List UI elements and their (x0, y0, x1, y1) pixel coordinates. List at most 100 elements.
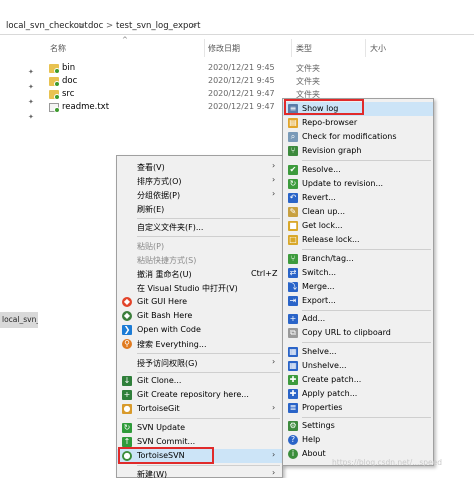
menu-item-sort[interactable]: 排序方式(O) › (117, 174, 282, 188)
file-type: 文件夹 (296, 77, 320, 86)
nav-item-local-svn-checkout[interactable]: local_svn_checkout (0, 312, 38, 328)
menu-item-group[interactable]: 分组依据(P) › (117, 188, 282, 202)
menu-item-label: 粘贴快捷方式(S) (137, 256, 197, 265)
menu-item-add[interactable]: + Add... (283, 312, 433, 326)
menu-item-clean-up[interactable]: ✎ Clean up... (283, 205, 433, 219)
column-divider[interactable] (365, 39, 366, 57)
menu-item-label: Export... (302, 296, 336, 305)
breadcrumb-local-svn-checkout[interactable]: local_svn_checkout (6, 21, 88, 31)
column-header-date[interactable]: 修改日期 (208, 43, 240, 54)
menu-item-settings[interactable]: ⚙ Settings (283, 419, 433, 433)
menu-item-label: Resolve... (302, 165, 341, 174)
column-header-size[interactable]: 大小 (370, 43, 386, 54)
vscode-icon: ❯ (122, 325, 132, 335)
file-name: bin (62, 63, 76, 73)
menu-item-new[interactable]: 新建(W) › (117, 467, 282, 478)
menu-item-refresh[interactable]: 刷新(E) (117, 202, 282, 216)
nav-item-label: local_svn_checkout (2, 315, 38, 324)
file-name: readme.txt (62, 102, 110, 112)
column-divider[interactable] (291, 39, 292, 57)
revert-icon: ↶ (288, 193, 298, 203)
menu-item-git-clone[interactable]: ↓ Git Clone... (117, 374, 282, 388)
menu-item-label: Add... (302, 314, 326, 323)
explorer-window: local_svn_checkout > doc > test_svn_log_… (0, 0, 474, 478)
menu-item-customize-folder[interactable]: 自定义文件夹(F)... (117, 220, 282, 234)
menu-item-release-lock[interactable]: □ Release lock... (283, 233, 433, 247)
menu-item-label: Switch... (302, 268, 337, 277)
git-bash-icon: ◆ (122, 311, 132, 321)
tortoisegit-icon: ● (122, 404, 132, 414)
menu-item-label: Shelve... (302, 347, 337, 356)
menu-item-undo-rename[interactable]: 撤消 重命名(U) Ctrl+Z (117, 267, 282, 281)
everything-search-icon: ⚲ (122, 339, 132, 349)
update-revision-icon: ↻ (288, 179, 298, 189)
menu-item-label: Merge... (302, 282, 335, 291)
menu-item-git-create-repo[interactable]: + Git Create repository here... (117, 388, 282, 402)
breadcrumb-test-svn-log-export[interactable]: test_svn_log_export (116, 21, 200, 31)
menu-item-label: 新建(W) (137, 470, 168, 478)
git-clone-icon: ↓ (122, 376, 132, 386)
menu-item-label: 刷新(E) (137, 205, 165, 214)
menu-item-properties[interactable]: ≣ Properties (283, 401, 433, 415)
menu-item-shelve[interactable]: ▦ Shelve... (283, 345, 433, 359)
menu-item-paste[interactable]: 粘贴(P) (117, 239, 282, 253)
file-name: src (62, 89, 75, 99)
menu-item-open-with-code[interactable]: ❯ Open with Code (117, 323, 282, 337)
submenu-arrow-icon: › (272, 175, 276, 184)
menu-item-revert[interactable]: ↶ Revert... (283, 191, 433, 205)
column-divider[interactable] (204, 39, 205, 57)
breadcrumb-doc[interactable]: doc (88, 21, 103, 31)
menu-separator (137, 218, 280, 219)
menu-item-unshelve[interactable]: ▦ Unshelve... (283, 359, 433, 373)
menu-item-resolve[interactable]: ✔ Resolve... (283, 163, 433, 177)
export-icon: ⇥ (288, 296, 298, 306)
switch-icon: ⇄ (288, 268, 298, 278)
unlock-icon: □ (288, 235, 298, 245)
menu-item-git-bash[interactable]: ◆ Git Bash Here (117, 309, 282, 323)
menu-item-revision-graph[interactable]: ⑂ Revision graph (283, 144, 433, 158)
menu-separator (137, 372, 280, 373)
menu-item-svn-update[interactable]: ↻ SVN Update (117, 421, 282, 435)
repo-browser-icon: ▤ (288, 118, 298, 128)
submenu-arrow-icon: › (272, 450, 276, 459)
menu-item-open-visual-studio[interactable]: 在 Visual Studio 中打开(V) (117, 281, 282, 295)
menu-item-tortoisegit[interactable]: ● TortoiseGit › (117, 402, 282, 416)
menu-item-export[interactable]: ⇥ Export... (283, 294, 433, 308)
menu-item-label: Check for modifications (302, 132, 397, 141)
menu-item-get-lock[interactable]: ■ Get lock... (283, 219, 433, 233)
merge-icon: ⤵ (288, 282, 298, 292)
menu-item-view[interactable]: 查看(V) › (117, 160, 282, 174)
menu-item-switch[interactable]: ⇄ Switch... (283, 266, 433, 280)
file-row-bin[interactable]: bin 2020/12/21 9:45 文件夹 (45, 62, 345, 75)
breadcrumb-separator: > (190, 21, 198, 31)
context-menu: 查看(V) › 排序方式(O) › 分组依据(P) › 刷新(E) 自定义文件夹(F)… (116, 155, 283, 478)
address-bar[interactable]: local_svn_checkout > doc > test_svn_log_… (0, 18, 474, 35)
menu-item-search-everything[interactable]: ⚲ 搜索 Everything... (117, 337, 282, 351)
menu-item-update-to-revision[interactable]: ↻ Update to revision... (283, 177, 433, 191)
menu-item-paste-shortcut[interactable]: 粘贴快捷方式(S) (117, 253, 282, 267)
submenu-arrow-icon: › (272, 468, 276, 477)
submenu-arrow-icon: › (272, 161, 276, 170)
menu-item-check-modifications[interactable]: ⌕ Check for modifications (283, 130, 433, 144)
menu-item-repo-browser[interactable]: ▤ Repo-browser (283, 116, 433, 130)
menu-item-help[interactable]: ? Help (283, 433, 433, 447)
menu-item-git-gui[interactable]: ◆ Git GUI Here (117, 295, 282, 309)
menu-item-apply-patch[interactable]: ✚ Apply patch... (283, 387, 433, 401)
column-header-type[interactable]: 类型 (296, 43, 312, 54)
menu-item-create-patch[interactable]: ✚ Create patch... (283, 373, 433, 387)
highlight-show-log (284, 99, 364, 115)
column-header-name[interactable]: 名称 (50, 43, 66, 54)
menu-separator (302, 417, 431, 418)
shortcut-label: Ctrl+Z (251, 269, 278, 278)
menu-item-grant-access[interactable]: 授予访问权限(G) › (117, 356, 282, 370)
menu-item-merge[interactable]: ⤵ Merge... (283, 280, 433, 294)
menu-item-copy-url[interactable]: ⧉ Copy URL to clipboard (283, 326, 433, 340)
submenu-arrow-icon: › (272, 357, 276, 366)
help-icon: ? (288, 435, 298, 445)
breadcrumb-separator: > (78, 21, 86, 31)
file-row-doc[interactable]: doc 2020/12/21 9:45 文件夹 (45, 75, 345, 88)
menu-item-branch-tag[interactable]: ⑂ Branch/tag... (283, 252, 433, 266)
menu-item-label: SVN Commit... (137, 437, 196, 446)
svn-folder-icon (49, 64, 60, 74)
menu-item-label: Update to revision... (302, 179, 384, 188)
